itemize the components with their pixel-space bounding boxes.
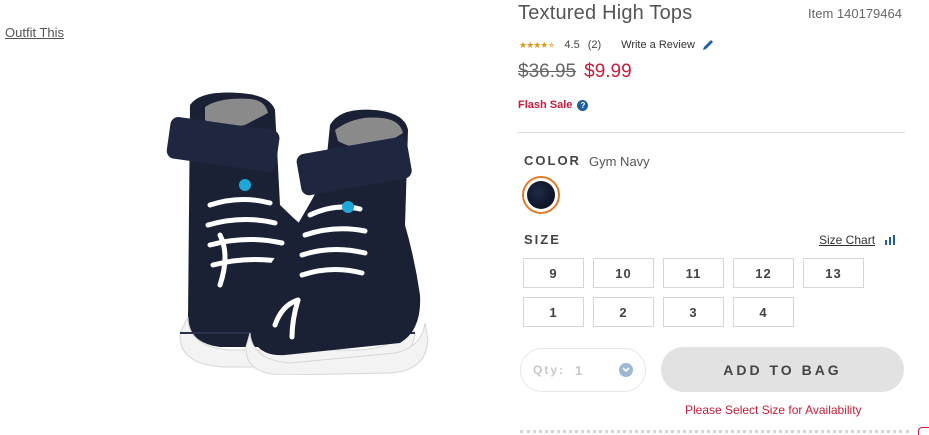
size-option-11[interactable]: 11: [663, 258, 724, 288]
size-option-12[interactable]: 12: [733, 258, 794, 288]
quantity-value: 1: [575, 362, 583, 378]
size-option-13[interactable]: 13: [803, 258, 864, 288]
color-swatch-gym-navy[interactable]: [522, 176, 560, 214]
bottom-divider: [520, 430, 909, 435]
flash-sale-label: Flash Sale: [518, 99, 573, 111]
size-option-10[interactable]: 10: [593, 258, 654, 288]
size-chart-link[interactable]: Size Chart: [819, 233, 896, 247]
product-title: Textured High Tops: [518, 2, 693, 24]
color-label: COLOR: [524, 153, 581, 168]
star-icon: ★: [533, 39, 541, 50]
selected-color-name: Gym Navy: [589, 154, 650, 169]
original-price: $36.95: [518, 61, 577, 82]
half-star-icon: ★: [547, 39, 555, 50]
size-option-9[interactable]: 9: [523, 258, 584, 288]
edge-tab[interactable]: [918, 427, 929, 435]
sale-price: $9.99: [584, 61, 632, 82]
star-icon: ★: [540, 39, 548, 50]
rating-row: ★ ★ ★ ★ ★ 4.5 (2) Write a Review: [519, 38, 715, 52]
add-to-bag-button[interactable]: ADD TO BAG: [661, 347, 904, 392]
item-number: Item 140179464: [808, 6, 902, 21]
quantity-select[interactable]: Qty: 1: [520, 348, 646, 392]
swatch-fill: [527, 181, 555, 209]
flash-sale-row: Flash Sale ?: [518, 99, 589, 111]
size-option-1[interactable]: 1: [523, 297, 584, 327]
bar-chart-icon: [885, 235, 896, 245]
size-option-3[interactable]: 3: [663, 297, 724, 327]
star-icon: ★: [526, 39, 534, 50]
help-icon[interactable]: ?: [577, 99, 589, 111]
price-row: $36.95 $9.99: [518, 61, 632, 83]
write-review-link[interactable]: Write a Review: [621, 39, 695, 51]
size-chart-label: Size Chart: [819, 233, 876, 247]
availability-message: Please Select Size for Availability: [685, 403, 862, 417]
chevron-down-icon: [619, 363, 633, 377]
quantity-label: Qty:: [533, 363, 565, 377]
size-label: SIZE: [524, 232, 561, 247]
size-option-2[interactable]: 2: [593, 297, 654, 327]
outfit-this-link[interactable]: Outfit This: [5, 25, 64, 40]
rating-stars[interactable]: ★ ★ ★ ★ ★: [519, 39, 555, 50]
star-icon: ★: [519, 39, 527, 50]
size-option-4[interactable]: 4: [733, 297, 794, 327]
review-count[interactable]: (2): [588, 39, 601, 51]
product-image: [166, 92, 429, 375]
rating-value: 4.5: [564, 39, 580, 51]
pencil-icon[interactable]: [701, 38, 715, 52]
size-options: 9 10 11 12 13 1 2 3 4: [523, 258, 864, 327]
divider: [518, 132, 905, 133]
